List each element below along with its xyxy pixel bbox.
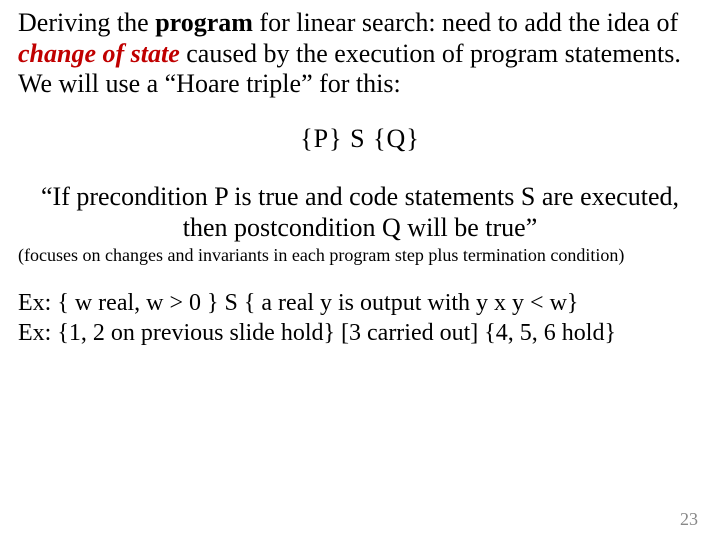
intro-text-2: for linear search: need to add the idea … [253, 8, 678, 37]
slide: Deriving the program for linear search: … [0, 0, 720, 540]
page-number: 23 [680, 509, 698, 530]
triple-explanation: “If precondition P is true and code stat… [18, 182, 702, 243]
example-2: Ex: {1, 2 on previous slide hold} [3 car… [18, 318, 702, 348]
program-word: program [155, 8, 253, 37]
change-of-state: change of state [18, 39, 180, 68]
example-1: Ex: { w real, w > 0 } S { a real y is ou… [18, 288, 702, 318]
focus-note: (focuses on changes and invariants in ea… [18, 245, 702, 266]
hoare-triple: {P} S {Q} [18, 124, 702, 154]
intro-text-1: Deriving the [18, 8, 155, 37]
intro-paragraph: Deriving the program for linear search: … [18, 8, 702, 100]
